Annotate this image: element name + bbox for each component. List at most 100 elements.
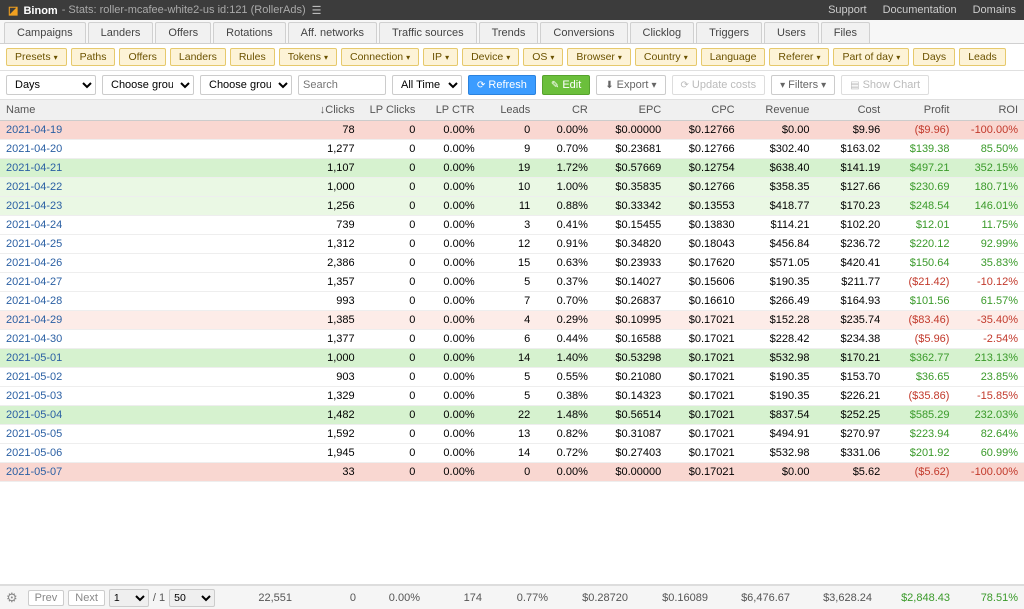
chevron-down-icon: ▾ xyxy=(550,53,554,62)
pill-offers[interactable]: Offers xyxy=(119,48,165,66)
col-cr[interactable]: CR xyxy=(536,100,594,121)
cell-lp-ctr: 0.00% xyxy=(421,216,480,235)
tab-offers[interactable]: Offers xyxy=(155,22,211,43)
settings-gear-icon[interactable]: ⚙ xyxy=(6,590,18,606)
cell-revenue: $190.35 xyxy=(741,368,816,387)
table-row[interactable]: 2021-04-2899300.00%70.70%$0.26837$0.1661… xyxy=(0,292,1024,311)
chevron-down-icon: ▾ xyxy=(506,53,510,62)
refresh-button[interactable]: ⟳ Refresh xyxy=(468,75,536,95)
tab-files[interactable]: Files xyxy=(821,22,870,43)
table-row[interactable]: 2021-04-201,27700.00%90.70%$0.23681$0.12… xyxy=(0,140,1024,159)
pill-country[interactable]: Country▾ xyxy=(635,48,697,66)
col-clicks[interactable]: ↓Clicks xyxy=(301,100,361,121)
col-revenue[interactable]: Revenue xyxy=(741,100,816,121)
cell-cr: 1.00% xyxy=(536,178,594,197)
cell-cr: 0.00% xyxy=(536,121,594,140)
export-button[interactable]: ⬇ Export ▾ xyxy=(596,75,665,95)
cell-lp-ctr: 0.00% xyxy=(421,292,480,311)
tab-triggers[interactable]: Triggers xyxy=(696,22,762,43)
cell-name: 2021-04-23 xyxy=(0,197,301,216)
tab-aff-networks[interactable]: Aff. networks xyxy=(288,22,377,43)
edit-button[interactable]: ✎ Edit xyxy=(542,75,590,95)
table-row[interactable]: 2021-04-211,10700.00%191.72%$0.57669$0.1… xyxy=(0,159,1024,178)
pill-paths[interactable]: Paths xyxy=(71,48,116,66)
pill-rules[interactable]: Rules xyxy=(230,48,275,66)
cell-leads: 12 xyxy=(481,235,537,254)
prev-button[interactable]: Prev xyxy=(28,590,65,606)
col-name[interactable]: Name xyxy=(0,100,301,121)
cell-lp-clicks: 0 xyxy=(361,387,422,406)
pill-ip[interactable]: IP▾ xyxy=(423,48,458,66)
col-cost[interactable]: Cost xyxy=(815,100,886,121)
cell-lp-ctr: 0.00% xyxy=(421,349,480,368)
cell-clicks: 1,592 xyxy=(301,425,361,444)
page-size-select[interactable]: 50 xyxy=(169,589,215,607)
show-chart-button[interactable]: ▤ Show Chart xyxy=(841,75,929,95)
update-costs-button[interactable]: ⟳ Update costs xyxy=(672,75,766,95)
tab-trends[interactable]: Trends xyxy=(479,22,539,43)
cell-revenue: $228.42 xyxy=(741,330,816,349)
col-lp-clicks[interactable]: LP Clicks xyxy=(361,100,422,121)
pill-language[interactable]: Language xyxy=(701,48,766,66)
tab-clicklog[interactable]: Clicklog xyxy=(630,22,695,43)
table-row[interactable]: 2021-04-291,38500.00%40.29%$0.10995$0.17… xyxy=(0,311,1024,330)
table-row[interactable]: 2021-05-041,48200.00%221.48%$0.56514$0.1… xyxy=(0,406,1024,425)
filters-button[interactable]: ▾ Filters ▾ xyxy=(771,75,835,95)
table-row[interactable]: 2021-05-0290300.00%50.55%$0.21080$0.1702… xyxy=(0,368,1024,387)
col-lp-ctr[interactable]: LP CTR xyxy=(421,100,480,121)
col-epc[interactable]: EPC xyxy=(594,100,667,121)
table-row[interactable]: 2021-04-271,35700.00%50.37%$0.14027$0.15… xyxy=(0,273,1024,292)
pill-os[interactable]: OS▾ xyxy=(523,48,563,66)
col-cpc[interactable]: CPC xyxy=(667,100,740,121)
link-support[interactable]: Support xyxy=(828,4,867,16)
col-leads[interactable]: Leads xyxy=(481,100,537,121)
cell-cr: 0.29% xyxy=(536,311,594,330)
tab-conversions[interactable]: Conversions xyxy=(540,22,627,43)
search-input[interactable] xyxy=(298,75,386,95)
pill-part-of-day[interactable]: Part of day▾ xyxy=(833,48,909,66)
table-row[interactable]: 2021-04-262,38600.00%150.63%$0.23933$0.1… xyxy=(0,254,1024,273)
tab-users[interactable]: Users xyxy=(764,22,819,43)
table-row[interactable]: 2021-04-251,31200.00%120.91%$0.34820$0.1… xyxy=(0,235,1024,254)
cell-epc: $0.14323 xyxy=(594,387,667,406)
page-select[interactable]: 1 xyxy=(109,589,149,607)
time-range-select[interactable]: All Time xyxy=(392,75,462,95)
table-row[interactable]: 2021-04-2473900.00%30.41%$0.15455$0.1383… xyxy=(0,216,1024,235)
cell-leads: 14 xyxy=(481,349,537,368)
pill-referer[interactable]: Referer▾ xyxy=(769,48,829,66)
table-row[interactable]: 2021-05-061,94500.00%140.72%$0.27403$0.1… xyxy=(0,444,1024,463)
table-row[interactable]: 2021-04-221,00000.00%101.00%$0.35835$0.1… xyxy=(0,178,1024,197)
tab-traffic-sources[interactable]: Traffic sources xyxy=(379,22,477,43)
col-roi[interactable]: ROI xyxy=(955,100,1024,121)
breadcrumb-menu-icon[interactable]: ☰ xyxy=(312,4,322,17)
tab-rotations[interactable]: Rotations xyxy=(213,22,285,43)
group-days-select[interactable]: Days xyxy=(6,75,96,95)
link-domains[interactable]: Domains xyxy=(973,4,1016,16)
table-row[interactable]: 2021-04-231,25600.00%110.88%$0.33342$0.1… xyxy=(0,197,1024,216)
grouping-select-2[interactable]: Choose grouping xyxy=(200,75,292,95)
pill-landers[interactable]: Landers xyxy=(170,48,226,66)
col-profit[interactable]: Profit xyxy=(886,100,955,121)
table-row[interactable]: 2021-05-031,32900.00%50.38%$0.14323$0.17… xyxy=(0,387,1024,406)
pill-device[interactable]: Device▾ xyxy=(462,48,519,66)
tab-landers[interactable]: Landers xyxy=(88,22,154,43)
table-row[interactable]: 2021-04-301,37700.00%60.44%$0.16588$0.17… xyxy=(0,330,1024,349)
pill-browser[interactable]: Browser▾ xyxy=(567,48,631,66)
cell-name: 2021-05-05 xyxy=(0,425,301,444)
table-row[interactable]: 2021-05-051,59200.00%130.82%$0.31087$0.1… xyxy=(0,425,1024,444)
table-row[interactable]: 2021-04-197800.00%00.00%$0.00000$0.12766… xyxy=(0,121,1024,140)
cell-revenue: $266.49 xyxy=(741,292,816,311)
pill-tokens[interactable]: Tokens▾ xyxy=(279,48,337,66)
table-row[interactable]: 2021-05-011,00000.00%141.40%$0.53298$0.1… xyxy=(0,349,1024,368)
grouping-select-1[interactable]: Choose grouping xyxy=(102,75,194,95)
next-button[interactable]: Next xyxy=(68,590,105,606)
link-documentation[interactable]: Documentation xyxy=(883,4,957,16)
tab-campaigns[interactable]: Campaigns xyxy=(4,22,86,43)
pill-days[interactable]: Days xyxy=(913,48,955,66)
chart-icon: ▤ xyxy=(850,80,859,91)
table-row[interactable]: 2021-05-073300.00%00.00%$0.00000$0.17021… xyxy=(0,463,1024,482)
pill-leads[interactable]: Leads xyxy=(959,48,1006,66)
cell-roi: 35.83% xyxy=(955,254,1024,273)
pill-connection[interactable]: Connection▾ xyxy=(341,48,419,66)
pill-presets[interactable]: Presets▾ xyxy=(6,48,67,66)
